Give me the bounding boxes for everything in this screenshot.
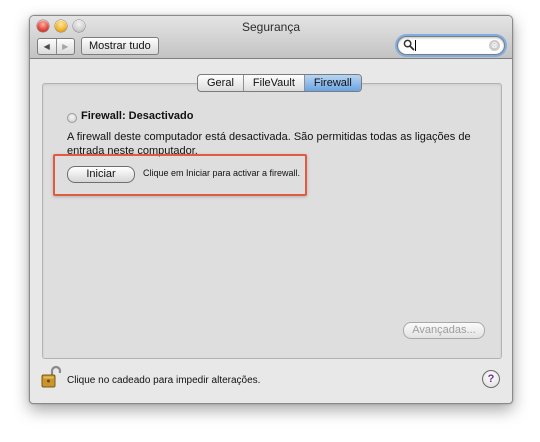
lock-icon[interactable] xyxy=(41,365,62,388)
lock-text: Clique no cadeado para impedir alteraçõe… xyxy=(67,375,261,386)
tab-general[interactable]: Geral xyxy=(198,75,244,91)
text-caret xyxy=(415,40,416,51)
preferences-window: Segurança ◀ ▶ Mostrar tudo ⊗ Geral FileV… xyxy=(29,15,513,404)
back-forward-control: ◀ ▶ xyxy=(37,38,75,55)
search-field[interactable]: ⊗ xyxy=(397,36,505,55)
titlebar: Segurança ◀ ▶ Mostrar tudo ⊗ xyxy=(30,16,512,59)
search-icon xyxy=(403,39,415,51)
firewall-status: Firewall: Desactivado xyxy=(81,110,194,122)
start-hint: Clique em Iniciar para activar a firewal… xyxy=(143,168,301,178)
tab-bar: Geral FileVault Firewall xyxy=(197,74,362,92)
forward-icon[interactable]: ▶ xyxy=(57,39,75,54)
tab-firewall[interactable]: Firewall xyxy=(304,75,361,91)
advanced-button[interactable]: Avançadas... xyxy=(403,322,485,339)
clear-search-icon[interactable]: ⊗ xyxy=(489,40,500,51)
window-title: Segurança xyxy=(241,20,301,34)
start-button[interactable]: Iniciar xyxy=(67,166,135,183)
status-indicator-icon xyxy=(67,113,77,123)
show-all-button[interactable]: Mostrar tudo xyxy=(81,37,159,55)
tab-filevault[interactable]: FileVault xyxy=(244,75,305,91)
back-icon[interactable]: ◀ xyxy=(38,39,57,54)
firewall-panel xyxy=(42,83,502,359)
help-button[interactable]: ? xyxy=(482,370,500,388)
